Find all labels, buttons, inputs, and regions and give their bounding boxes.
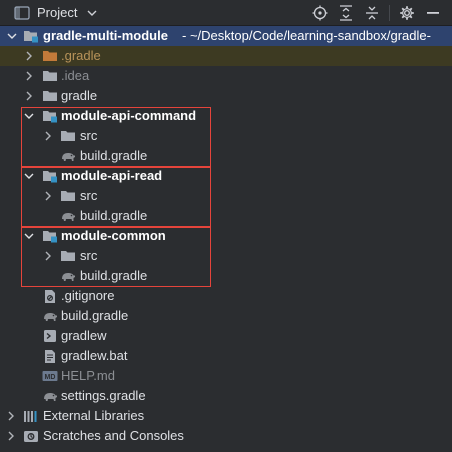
tree-row-build-gradle[interactable]: build.gradle bbox=[0, 146, 452, 166]
terminal-file-icon bbox=[42, 328, 58, 344]
folder-icon bbox=[60, 248, 76, 264]
tree-row-module[interactable]: module-common bbox=[0, 226, 452, 246]
gradlew-label: gradlew bbox=[61, 328, 107, 343]
chevron-down-icon[interactable] bbox=[87, 8, 97, 18]
project-tool-window-header: Project bbox=[0, 0, 452, 26]
help-md-label: HELP.md bbox=[61, 368, 115, 383]
idea-dir-label: .idea bbox=[61, 68, 90, 83]
gradle-dir-label: .gradle bbox=[61, 48, 101, 63]
chevron-right-icon[interactable] bbox=[4, 426, 18, 446]
folder-icon bbox=[60, 128, 76, 144]
tree-row-help-md[interactable]: MD HELP.md bbox=[0, 366, 452, 386]
tree-row-root-build-gradle[interactable]: build.gradle bbox=[0, 306, 452, 326]
header-divider bbox=[389, 4, 390, 21]
tree-row-gitignore[interactable]: .gitignore bbox=[0, 286, 452, 306]
expand-all-icon[interactable] bbox=[333, 2, 359, 24]
root-module-path: - ~/Desktop/Code/learning-sandbox/gradle… bbox=[182, 28, 431, 43]
chevron-right-icon[interactable] bbox=[4, 406, 18, 426]
gradlew-bat-label: gradlew.bat bbox=[61, 348, 128, 363]
module-folder-icon bbox=[42, 108, 58, 124]
scratches-label: Scratches and Consoles bbox=[43, 428, 184, 443]
chevron-down-icon[interactable] bbox=[22, 226, 36, 246]
gradle-folder-label: gradle bbox=[61, 88, 98, 103]
scratches-icon bbox=[23, 428, 39, 444]
tree-row-gradlew[interactable]: gradlew bbox=[0, 326, 452, 346]
module-folder-icon bbox=[42, 228, 58, 244]
src-label: src bbox=[80, 188, 98, 203]
module-folder-icon bbox=[42, 168, 58, 184]
library-icon bbox=[23, 408, 39, 424]
src-label: src bbox=[80, 248, 98, 263]
root-build-gradle-label: build.gradle bbox=[61, 308, 129, 323]
tree-row-gradlew-bat[interactable]: gradlew.bat bbox=[0, 346, 452, 366]
src-label: src bbox=[80, 128, 98, 143]
module-name: module-api-command bbox=[61, 108, 197, 123]
chevron-right-icon[interactable] bbox=[41, 126, 55, 146]
minimize-icon[interactable] bbox=[420, 2, 446, 24]
module-folder-icon bbox=[23, 28, 39, 44]
chevron-right-icon[interactable] bbox=[22, 66, 36, 86]
chevron-down-icon[interactable] bbox=[22, 166, 36, 186]
tree-row-root-module[interactable]: gradle-multi-module - ~/Desktop/Code/lea… bbox=[0, 26, 452, 46]
chevron-down-icon[interactable] bbox=[5, 26, 19, 46]
tree-row-gradle-dir[interactable]: .gradle bbox=[0, 46, 452, 66]
tree-row-src[interactable]: src bbox=[0, 126, 452, 146]
module-name: module-common bbox=[61, 228, 166, 243]
project-view-selector[interactable]: Project bbox=[0, 0, 97, 25]
markdown-file-icon: MD bbox=[42, 368, 58, 384]
gradle-elephant-icon bbox=[42, 308, 58, 324]
chevron-right-icon[interactable] bbox=[22, 86, 36, 106]
gradle-elephant-icon bbox=[42, 388, 58, 404]
build-gradle-label: build.gradle bbox=[80, 268, 148, 283]
chevron-right-icon[interactable] bbox=[22, 46, 36, 66]
tree-row-gradle-folder[interactable]: gradle bbox=[0, 86, 452, 106]
tree-row-src[interactable]: src bbox=[0, 246, 452, 266]
gitignore-label: .gitignore bbox=[61, 288, 115, 303]
tree-row-scratches[interactable]: Scratches and Consoles bbox=[0, 426, 452, 446]
tree-row-build-gradle[interactable]: build.gradle bbox=[0, 206, 452, 226]
gradle-elephant-icon bbox=[60, 148, 76, 164]
markdown-badge: MD bbox=[45, 374, 56, 381]
folder-icon bbox=[14, 5, 30, 20]
tool-window-title: Project bbox=[37, 5, 78, 20]
module-name: module-api-read bbox=[61, 168, 163, 183]
ignore-file-icon bbox=[42, 288, 58, 304]
excluded-folder-icon bbox=[42, 48, 58, 64]
tree-row-module[interactable]: module-api-read bbox=[0, 166, 452, 186]
project-tree: gradle-multi-module - ~/Desktop/Code/lea… bbox=[0, 26, 452, 446]
collapse-all-icon[interactable] bbox=[359, 2, 385, 24]
target-icon[interactable] bbox=[307, 2, 333, 24]
chevron-right-icon[interactable] bbox=[41, 246, 55, 266]
chevron-down-icon[interactable] bbox=[22, 106, 36, 126]
gradle-elephant-icon bbox=[60, 208, 76, 224]
settings-gradle-label: settings.gradle bbox=[61, 388, 146, 403]
text-file-icon bbox=[42, 348, 58, 364]
tree-row-settings-gradle[interactable]: settings.gradle bbox=[0, 386, 452, 406]
build-gradle-label: build.gradle bbox=[80, 148, 148, 163]
build-gradle-label: build.gradle bbox=[80, 208, 148, 223]
tree-row-external-libraries[interactable]: External Libraries bbox=[0, 406, 452, 426]
folder-icon bbox=[60, 188, 76, 204]
chevron-right-icon[interactable] bbox=[41, 186, 55, 206]
tree-row-idea-dir[interactable]: .idea bbox=[0, 66, 452, 86]
gradle-elephant-icon bbox=[60, 268, 76, 284]
root-module-name: gradle-multi-module bbox=[43, 28, 168, 43]
external-libraries-label: External Libraries bbox=[43, 408, 145, 423]
folder-icon bbox=[42, 88, 58, 104]
tree-row-module[interactable]: module-api-command bbox=[0, 106, 452, 126]
folder-icon bbox=[42, 68, 58, 84]
gear-icon[interactable] bbox=[394, 2, 420, 24]
tree-row-src[interactable]: src bbox=[0, 186, 452, 206]
tree-row-build-gradle[interactable]: build.gradle bbox=[0, 266, 452, 286]
